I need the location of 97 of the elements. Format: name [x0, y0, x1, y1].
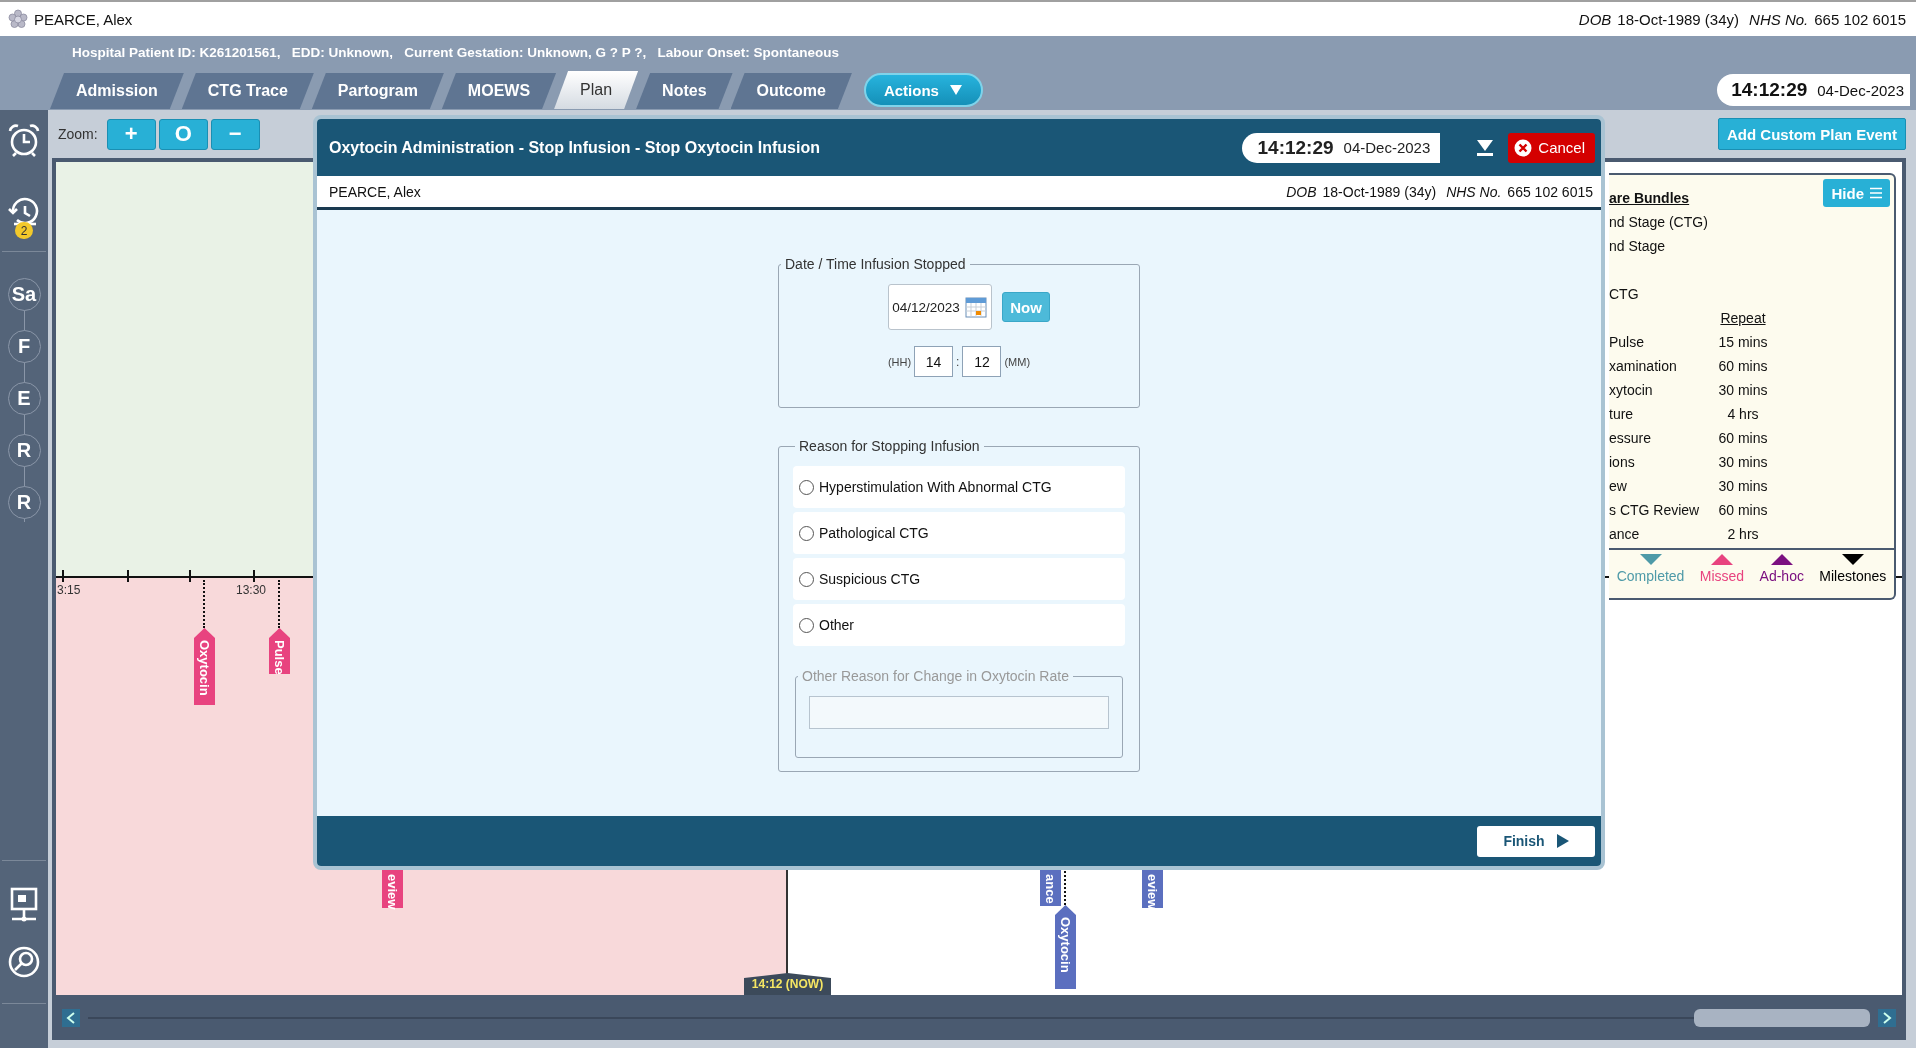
task-name: ions: [1609, 453, 1636, 472]
zoom-reset-button[interactable]: O: [158, 118, 208, 150]
event-marker[interactable]: eview: [1142, 870, 1163, 908]
menu-icon: [1870, 187, 1882, 199]
bundle-name: nd Stage (CTG): [1609, 213, 1709, 232]
alarm-clock-icon[interactable]: [6, 122, 42, 158]
task-name: ance: [1609, 525, 1641, 544]
repeat-interval: 60 mins: [1717, 501, 1769, 520]
dob-label: DOB: [1578, 10, 1612, 28]
dialog-title: Oxytocin Administration - Stop Infusion - Stop Oxytocin Infusion: [329, 138, 821, 157]
time-separator: :: [956, 354, 960, 369]
date-field[interactable]: 04/12/2023: [888, 284, 993, 330]
patient-summary: Hospital Patient ID: K261201561, EDD: Unknown, Current Gestation: Unknown, G ? P ?, Labour Onset: Spontaneous: [71, 44, 841, 62]
tab[interactable]: Partogram: [311, 73, 444, 109]
repeat-interval: 30 mins: [1717, 381, 1769, 400]
radio-option[interactable]: Other: [793, 604, 1125, 646]
legend-label: Completed: [1616, 568, 1685, 584]
task-name: s CTG Review: [1609, 501, 1701, 520]
repeat-interval: 30 mins: [1717, 477, 1769, 496]
clock-time: 14:12:29: [1257, 136, 1334, 159]
event-marker[interactable]: Oxytocin: [194, 628, 215, 705]
stage-button[interactable]: E: [7, 382, 41, 415]
repeat-interval: 2 hrs: [1726, 525, 1760, 544]
nhs-label: NHS No.: [1749, 10, 1809, 28]
task-name: xamination: [1609, 357, 1678, 376]
dob-value: 18-Oct-1989 (34y): [1617, 10, 1740, 28]
add-event-button[interactable]: Add Custom Plan Event: [1717, 118, 1906, 150]
monitor-icon[interactable]: [8, 887, 40, 923]
repeat-heading: Repeat: [1719, 309, 1767, 328]
hour-label: (HH): [887, 355, 912, 368]
tab[interactable]: CTG Trace: [181, 73, 314, 109]
radio-option[interactable]: Pathological CTG: [793, 512, 1125, 554]
time-label: 13:30: [236, 583, 267, 597]
repeat-interval: 4 hrs: [1726, 405, 1760, 424]
repeat-interval: 30 mins: [1717, 453, 1769, 472]
repeat-interval: 60 mins: [1717, 429, 1769, 448]
minute-field[interactable]: 12: [962, 346, 1002, 377]
zoom-label: Zoom:: [58, 126, 98, 142]
hide-button[interactable]: Hide: [1823, 179, 1890, 207]
event-marker[interactable]: ance: [1040, 870, 1061, 906]
stage-button[interactable]: Sa: [7, 278, 41, 311]
task-name: Pulse: [1609, 333, 1646, 352]
nhs-value: 665 102 6015: [1507, 183, 1593, 200]
stage-button[interactable]: R: [7, 486, 41, 519]
patient-name: PEARCE, Alex: [329, 183, 421, 200]
stage-button[interactable]: R: [7, 434, 41, 467]
dob-label: DOB: [1286, 183, 1317, 200]
repeat-interval: 60 mins: [1717, 357, 1769, 376]
legend-label: Milestones: [1819, 568, 1887, 584]
bundle-name: nd Stage: [1609, 237, 1667, 256]
tab[interactable]: Admission: [50, 73, 184, 109]
task-name: ew: [1609, 477, 1628, 496]
tab[interactable]: MOEWS: [441, 73, 557, 109]
task-name: xytocin: [1609, 381, 1654, 400]
calendar-icon[interactable]: [965, 296, 988, 318]
cancel-button[interactable]: Cancel: [1508, 132, 1595, 163]
finish-button[interactable]: Finish: [1477, 825, 1595, 857]
zoom-in-button[interactable]: +: [106, 118, 156, 150]
clock-date: 04-Dec-2023: [1817, 81, 1904, 99]
legend-label: Ad-hoc: [1759, 568, 1804, 584]
radio-option[interactable]: Suspicious CTG: [793, 558, 1125, 600]
zoom-out-button[interactable]: −: [210, 118, 260, 150]
repeat-interval: 15 mins: [1717, 333, 1769, 352]
task-name: ture: [1609, 405, 1635, 424]
clock-time: 14:12:29: [1731, 79, 1808, 101]
nhs-label: NHS No.: [1446, 183, 1502, 200]
dob-value: 18-Oct-1989 (34y): [1322, 183, 1437, 200]
close-icon: [1514, 138, 1533, 157]
task-name: essure: [1609, 429, 1653, 448]
now-label: 14:12 (NOW): [744, 973, 831, 995]
alert-badge: 2: [15, 222, 33, 239]
time-label: 3:15: [57, 583, 81, 597]
tab[interactable]: Outcome: [730, 73, 852, 109]
tab[interactable]: Notes: [636, 73, 733, 109]
actions-button[interactable]: Actions: [863, 73, 983, 107]
search-icon[interactable]: [7, 945, 41, 979]
radio-option[interactable]: Hyperstimulation With Abnormal CTG: [793, 466, 1125, 508]
stage-button[interactable]: F: [7, 330, 41, 363]
clock-date: 04-Dec-2023: [1343, 139, 1431, 156]
legend-label: Missed: [1699, 568, 1745, 584]
patient-name: PEARCE, Alex: [34, 10, 133, 28]
caret-icon: [948, 84, 963, 96]
group-legend: Other Reason for Change in Oxytocin Rate: [798, 668, 1073, 684]
play-icon: [1556, 834, 1569, 848]
collapse-icon[interactable]: [1476, 138, 1495, 157]
event-marker[interactable]: Oxytocin: [1055, 905, 1076, 989]
bundle-name: CTG: [1609, 285, 1640, 304]
nhs-value: 665 102 6015: [1814, 10, 1906, 28]
minute-label: (MM): [1004, 355, 1031, 368]
hour-field[interactable]: 14: [914, 346, 954, 377]
tab[interactable]: Plan: [554, 71, 639, 109]
scrollbar-thumb[interactable]: [1694, 1008, 1870, 1027]
group-legend: Reason for Stopping Infusion: [795, 438, 984, 454]
flower-icon: [8, 9, 28, 29]
panel-title: are Bundles: [1609, 190, 1690, 206]
group-legend: Date / Time Infusion Stopped: [781, 256, 970, 272]
event-marker[interactable]: eview: [382, 870, 403, 908]
